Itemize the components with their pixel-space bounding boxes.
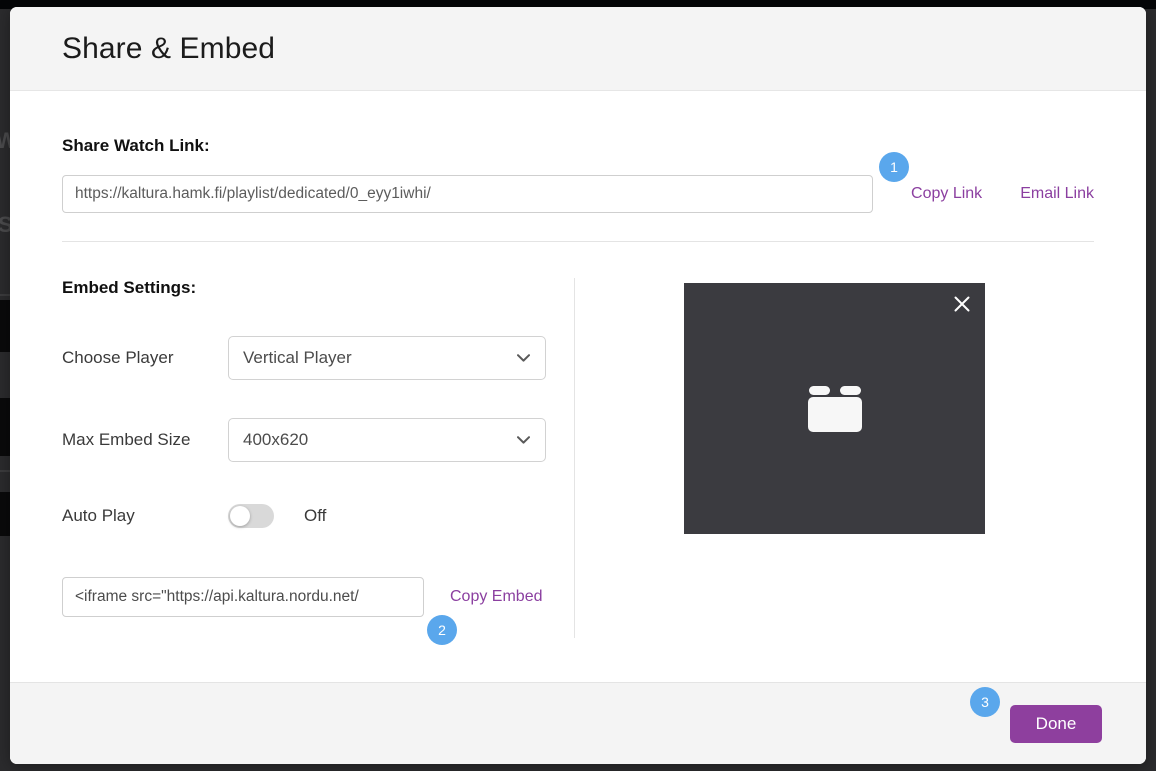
watch-link-input[interactable] <box>62 175 874 213</box>
copy-embed-button[interactable]: Copy Embed <box>450 588 543 606</box>
done-button[interactable]: Done <box>1010 704 1102 743</box>
chevron-down-icon <box>517 436 530 444</box>
page-title: Share & Embed <box>62 31 276 65</box>
embed-settings-controls: Embed Settings: Choose Player Vertical P… <box>62 278 574 682</box>
max-embed-size-row: Max Embed Size 400x620 <box>62 418 574 462</box>
max-embed-size-select[interactable]: 400x620 <box>228 418 546 462</box>
choose-player-label: Choose Player <box>62 348 174 367</box>
share-watch-link-row: Copy Link Email Link <box>62 175 1094 213</box>
auto-play-state-label: Off <box>304 506 327 525</box>
email-link-button[interactable]: Email Link <box>1020 185 1094 203</box>
copy-link-button[interactable]: Copy Link <box>911 185 982 203</box>
playlist-placeholder-icon <box>807 385 862 432</box>
choose-player-select[interactable]: Vertical Player <box>228 336 546 380</box>
auto-play-label: Auto Play <box>62 506 135 525</box>
share-watch-link-section: Share Watch Link: Copy Link Email Link <box>62 91 1094 242</box>
share-watch-link-label: Share Watch Link: <box>62 136 210 155</box>
embed-preview-panel <box>684 283 985 534</box>
embed-preview-container <box>575 278 1094 682</box>
choose-player-value: Vertical Player <box>243 348 352 367</box>
auto-play-toggle-knob <box>230 506 250 526</box>
chevron-down-icon <box>517 354 530 362</box>
dialog-header: Share & Embed <box>10 7 1146 91</box>
choose-player-row: Choose Player Vertical Player <box>62 336 574 380</box>
auto-play-toggle[interactable] <box>228 504 274 528</box>
embed-code-row: Copy Embed <box>62 577 574 617</box>
annotation-badge-1: 1 <box>879 152 909 182</box>
annotation-badge-3: 3 <box>970 687 1000 717</box>
embed-code-input[interactable] <box>62 577 424 617</box>
dialog-body: Share Watch Link: Copy Link Email Link E… <box>10 91 1146 682</box>
embed-settings-label: Embed Settings: <box>62 278 197 297</box>
close-icon[interactable] <box>951 293 973 315</box>
annotation-badge-2: 2 <box>427 615 457 645</box>
max-embed-size-value: 400x620 <box>243 430 309 449</box>
max-embed-size-label: Max Embed Size <box>62 430 191 449</box>
share-and-embed-dialog: Share & Embed Share Watch Link: Copy Lin… <box>10 7 1146 764</box>
auto-play-row: Auto Play Off <box>62 504 574 528</box>
embed-settings-section: Embed Settings: Choose Player Vertical P… <box>62 242 1094 682</box>
